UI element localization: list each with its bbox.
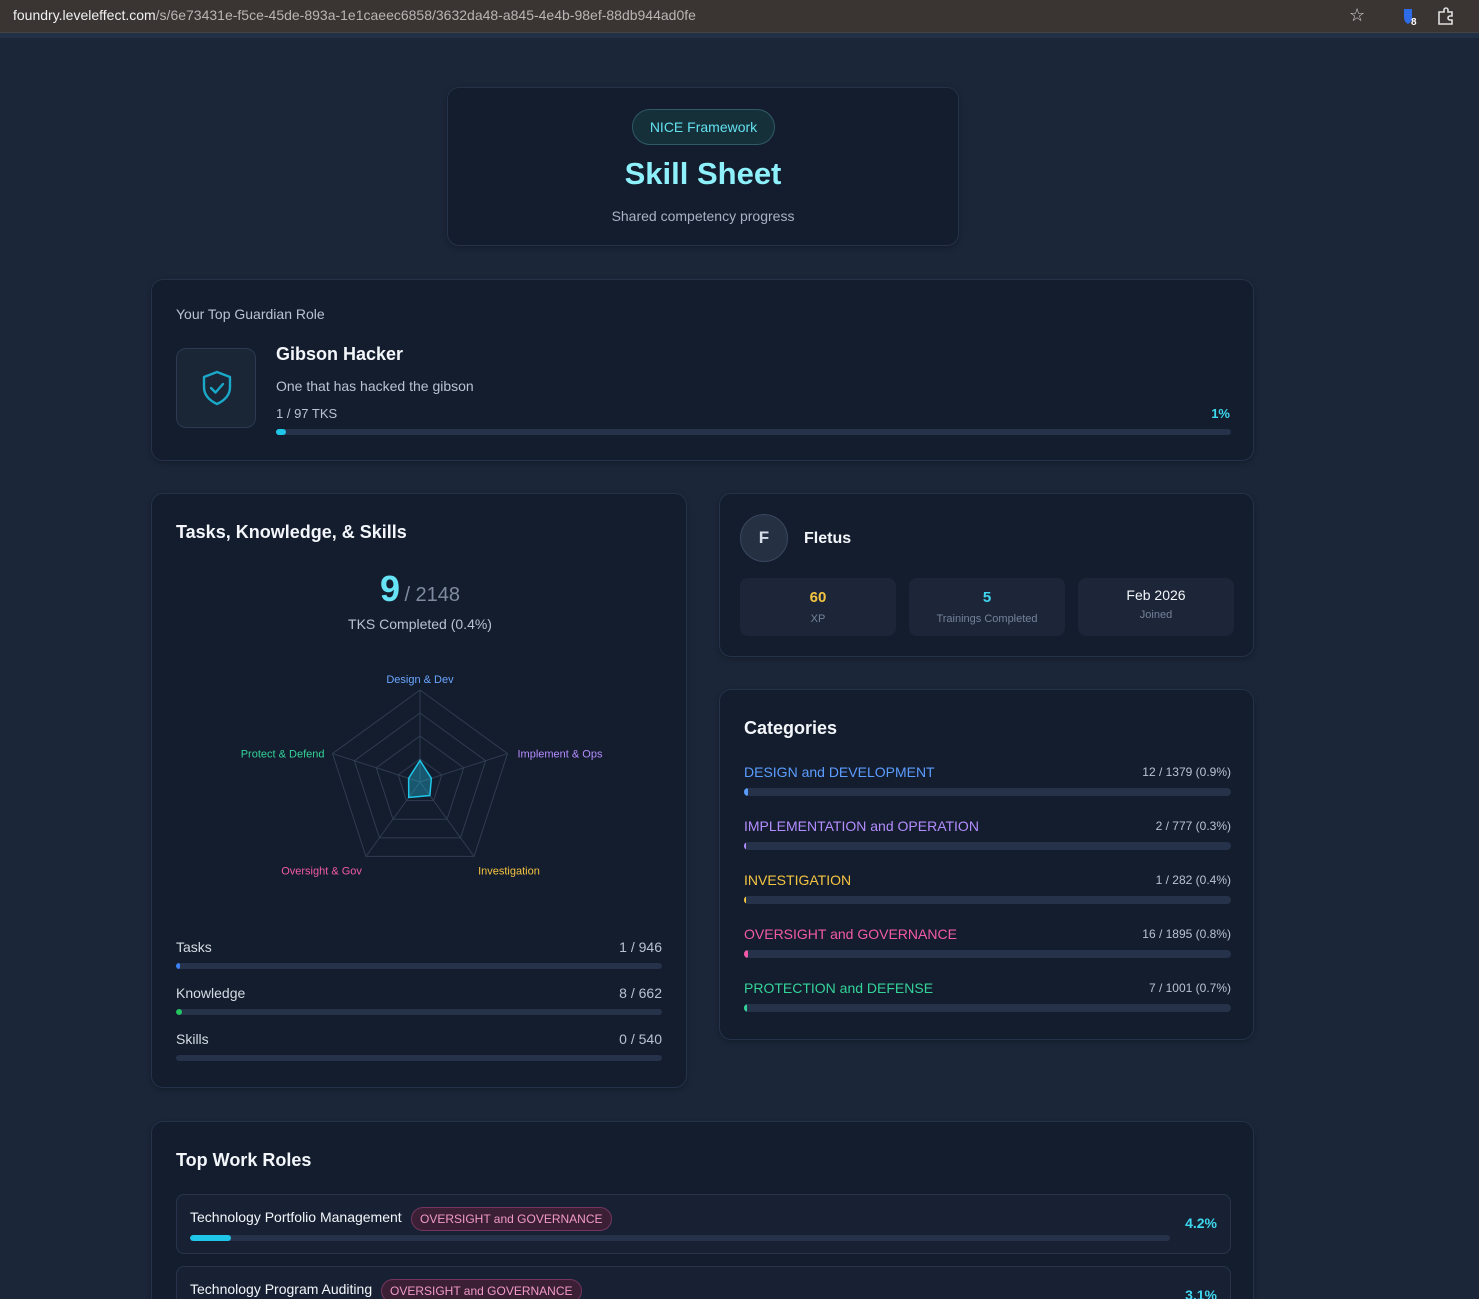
guardian-progress-fill <box>276 429 286 435</box>
categories-card: Categories DESIGN and DEVELOPMENT 12 / 13… <box>719 689 1254 1040</box>
guardian-role-percent: 1% <box>1211 406 1230 421</box>
tks-row-label: Knowledge <box>176 985 246 1001</box>
url-host: foundry.leveleffect.com <box>13 7 156 23</box>
page-title: Skill Sheet <box>624 156 782 191</box>
tks-row-track <box>176 1055 662 1061</box>
page-subtitle: Shared competency progress <box>611 208 795 224</box>
user-card: F Fletus 60 XP 5 Trainings Completed Feb… <box>719 493 1254 657</box>
radar-axis-line <box>419 753 508 783</box>
tks-completed-label: TKS Completed (0.4%) <box>348 616 492 632</box>
tks-completed-number: 9 <box>379 568 400 609</box>
guardian-role-label: Your Top Guardian Role <box>176 306 325 322</box>
category-fill <box>744 1004 748 1012</box>
top-work-roles-card: Top Work Roles Technology Portfolio Mana… <box>151 1121 1254 1299</box>
radar-axis-line <box>332 753 421 783</box>
joined-tile: Feb 2026 Joined <box>1078 578 1234 636</box>
joined-value: Feb 2026 <box>1126 587 1186 603</box>
category-value: 7 / 1001 (0.7%) <box>1148 981 1231 995</box>
category-track <box>744 1004 1231 1012</box>
avatar: F <box>740 514 788 562</box>
work-role-track <box>190 1235 1170 1241</box>
tks-count: 9 / 2148 <box>152 568 688 610</box>
tks-total: / 2148 <box>404 584 461 606</box>
trainings-tile: 5 Trainings Completed <box>909 578 1065 636</box>
tks-row-fill <box>176 963 180 969</box>
xp-value: 60 <box>809 589 827 606</box>
radar-axis-label: Design & Dev <box>386 674 454 686</box>
category-track <box>744 950 1231 958</box>
trainings-value: 5 <box>982 589 992 606</box>
guardian-role-description: One that has hacked the gibson <box>276 378 474 394</box>
category-name: DESIGN and DEVELOPMENT <box>744 764 935 780</box>
shield-extension-icon[interactable]: 8 <box>1400 6 1420 28</box>
category-track <box>744 788 1231 796</box>
url-path: /s/6e73431e-f5ce-45de-893a-1e1caeec6858/… <box>155 7 696 23</box>
category-name: OVERSIGHT and GOVERNANCE <box>744 926 957 942</box>
work-role-category-tag: OVERSIGHT and GOVERNANCE <box>381 1279 582 1299</box>
category-fill <box>744 788 749 796</box>
work-role-name: Technology Portfolio Management <box>190 1209 402 1225</box>
category-value: 2 / 777 (0.3%) <box>1155 819 1231 833</box>
work-role-row[interactable]: Technology Portfolio Management OVERSIGHT… <box>176 1194 1231 1254</box>
shield-check-icon <box>202 370 232 406</box>
radar-chart: Design & Dev Implement & Ops Investigation… <box>241 674 603 877</box>
work-role-percent: 4.2% <box>1185 1215 1217 1231</box>
categories-title: Categories <box>744 718 838 738</box>
extension-badge: 8 <box>1411 17 1417 26</box>
url-text[interactable]: foundry.leveleffect.com/s/6e73431e-f5ce-… <box>13 7 696 23</box>
work-role-name: Technology Program Auditing <box>190 1281 373 1297</box>
category-fill <box>744 896 746 904</box>
tks-title: Tasks, Knowledge, & Skills <box>176 522 407 542</box>
work-role-fill <box>190 1235 232 1241</box>
joined-label: Joined <box>1139 609 1173 621</box>
bookmark-star-icon[interactable]: ☆ <box>1349 5 1365 26</box>
work-role-percent: 3.1% <box>1185 1287 1217 1299</box>
guardian-icon-box <box>176 348 256 428</box>
framework-pill: NICE Framework <box>632 109 775 145</box>
radar-axis-label: Oversight & Gov <box>281 865 362 877</box>
category-value: 12 / 1379 (0.9%) <box>1142 765 1231 779</box>
category-name: IMPLEMENTATION and OPERATION <box>744 818 979 834</box>
work-role-row[interactable]: Technology Program Auditing OVERSIGHT and… <box>176 1266 1231 1299</box>
category-value: 16 / 1895 (0.8%) <box>1142 927 1231 941</box>
browser-address-bar[interactable]: foundry.leveleffect.com/s/6e73431e-f5ce-… <box>0 0 1479 32</box>
radar-axis-label: Investigation <box>478 865 540 877</box>
tks-row-label: Skills <box>176 1031 209 1047</box>
xp-tile: 60 XP <box>740 578 896 636</box>
tks-row-label: Tasks <box>176 939 212 955</box>
category-fill <box>744 950 748 958</box>
tks-card: Tasks, Knowledge, & Skills 9 / 2148 TKS … <box>151 493 687 1088</box>
tks-row-value: 0 / 540 <box>619 1031 662 1047</box>
category-name: PROTECTION and DEFENSE <box>744 980 934 996</box>
puzzle-extensions-icon[interactable] <box>1436 6 1456 26</box>
category-value: 1 / 282 (0.4%) <box>1155 873 1231 887</box>
top-work-roles-title: Top Work Roles <box>176 1150 312 1170</box>
work-role-category-tag: OVERSIGHT and GOVERNANCE <box>411 1207 612 1231</box>
guardian-role-tks: 1 / 97 TKS <box>276 406 338 421</box>
user-name: Fletus <box>804 530 852 547</box>
category-track <box>744 842 1231 850</box>
tks-row-value: 8 / 662 <box>619 985 662 1001</box>
browser-divider <box>0 32 1479 38</box>
xp-label: XP <box>810 613 826 625</box>
category-name: INVESTIGATION <box>744 872 852 888</box>
trainings-label: Trainings Completed <box>936 613 1038 625</box>
category-fill <box>744 842 746 850</box>
guardian-progress-track <box>276 429 1231 435</box>
tks-row-track <box>176 963 662 969</box>
tks-row-track <box>176 1009 662 1015</box>
tks-row-value: 1 / 946 <box>619 939 662 955</box>
radar-data-polygon <box>407 759 433 799</box>
category-track <box>744 896 1231 904</box>
radar-axis-label: Protect & Defend <box>241 749 325 761</box>
tks-row-fill <box>176 1009 182 1015</box>
guardian-role-card: Your Top Guardian Role Gibson Hacker One… <box>151 279 1254 461</box>
guardian-role-name: Gibson Hacker <box>276 344 404 364</box>
header-card: NICE Framework Skill Sheet Shared compet… <box>447 87 959 246</box>
radar-axis-label: Implement & Ops <box>517 749 602 761</box>
